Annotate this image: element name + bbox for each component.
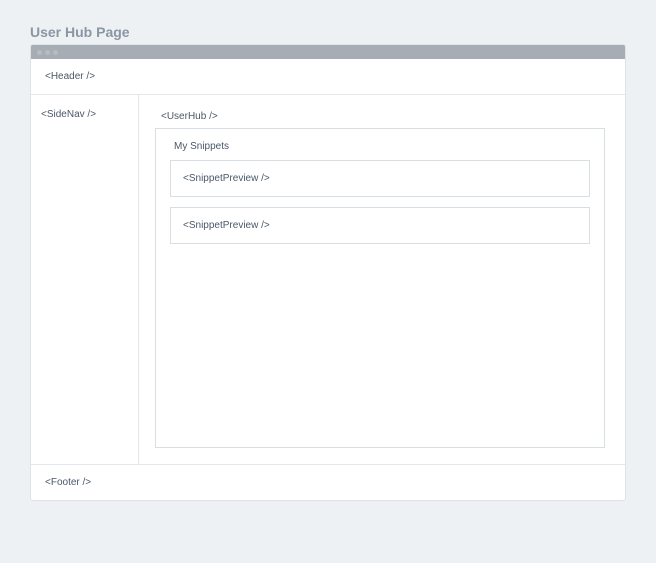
snippet-preview: <SnippetPreview /> xyxy=(170,207,590,244)
window-dot-icon xyxy=(53,50,58,55)
header-label: <Header /> xyxy=(45,71,95,82)
window-titlebar xyxy=(31,45,625,59)
snippet-preview: <SnippetPreview /> xyxy=(170,160,590,197)
body-region: <SideNav /> <UserHub /> My Snippets <Sni… xyxy=(31,95,625,465)
userhub-label: <UserHub /> xyxy=(161,111,605,122)
sidenav-region: <SideNav /> xyxy=(31,95,139,464)
section-title: My Snippets xyxy=(174,141,590,152)
userhub-box: My Snippets <SnippetPreview /> <SnippetP… xyxy=(155,128,605,448)
snippet-label: <SnippetPreview /> xyxy=(183,173,270,184)
sidenav-label: <SideNav /> xyxy=(41,109,96,120)
window-dot-icon xyxy=(37,50,42,55)
main-region: <UserHub /> My Snippets <SnippetPreview … xyxy=(139,95,625,464)
snippet-label: <SnippetPreview /> xyxy=(183,220,270,231)
header-region: <Header /> xyxy=(31,59,625,95)
footer-label: <Footer /> xyxy=(45,477,91,488)
wireframe-window: <Header /> <SideNav /> <UserHub /> My Sn… xyxy=(30,44,626,501)
page-title: User Hub Page xyxy=(30,24,626,40)
footer-region: <Footer /> xyxy=(31,465,625,500)
window-dot-icon xyxy=(45,50,50,55)
